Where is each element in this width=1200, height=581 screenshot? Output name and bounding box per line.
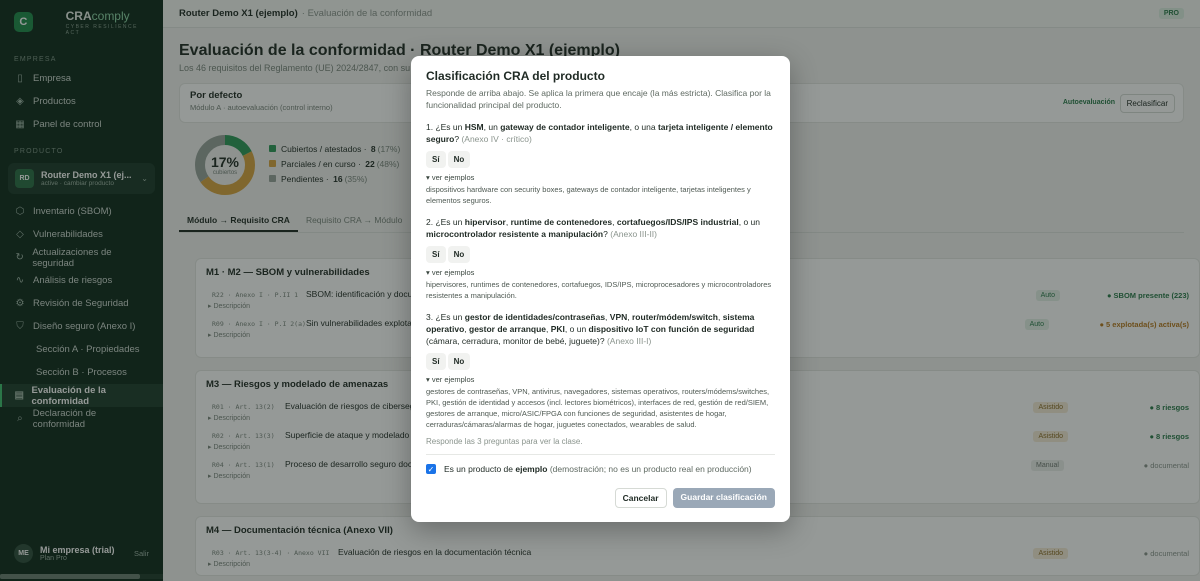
question-part: , o un (738, 217, 761, 227)
annex-label: (Anexo III-II) (610, 229, 657, 239)
question-part: hipervisor (464, 217, 506, 227)
question-part: 2. ¿Es un (426, 217, 465, 227)
question-part: , un (483, 122, 501, 132)
classification-modal: Clasificación CRA del producto Responde … (411, 56, 790, 522)
save-classification-button[interactable]: Guardar clasificación (672, 488, 775, 508)
question-part: VPN (609, 312, 628, 322)
examples-text: dispositivos hardware con security boxes… (426, 185, 751, 205)
question-part: (cámara, cerradura, monitor de bebé, jug… (426, 336, 607, 346)
question-text: 2. ¿Es un hipervisor, runtime de contene… (426, 216, 775, 240)
cancel-button[interactable]: Cancelar (614, 488, 667, 508)
question-part: router/módem/switch (632, 312, 718, 322)
question-part: microcontrolador resistente a manipulaci… (426, 229, 604, 239)
question-part: HSM (464, 122, 484, 132)
question-part: , o un (564, 324, 589, 334)
examples-toggle[interactable]: ▾ ver ejemplos (426, 173, 775, 182)
annex-label: (Anexo III-I) (606, 336, 652, 346)
annex-label: (Anexo IV · crítico) (461, 134, 532, 144)
question-part: cortafuegos/IDS/IPS industrial (616, 217, 739, 227)
modal-subtitle: Responde de arriba abajo. Se aplica la p… (426, 88, 771, 110)
examples-toggle[interactable]: ▾ ver ejemplos (426, 375, 775, 384)
yes-no-group: Sí No (426, 151, 775, 168)
question-part: gestor de identidades/contraseñas (464, 312, 606, 322)
yes-button[interactable]: Sí (426, 151, 446, 168)
yes-no-group: Sí No (426, 353, 775, 370)
yes-button[interactable]: Sí (426, 353, 446, 370)
modal-title: Clasificación CRA del producto (426, 69, 605, 83)
question-part: dispositivo IoT con función de seguridad (588, 324, 755, 334)
yes-button[interactable]: Sí (426, 246, 446, 263)
yes-no-group: Sí No (426, 246, 775, 263)
question-part: 1. ¿Es un (426, 122, 465, 132)
modal-divider (426, 454, 775, 455)
question-part: PKI (550, 324, 565, 334)
question-text: 1. ¿Es un HSM, un gateway de contador in… (426, 121, 775, 145)
examples-text: hipervisores, runtimes de contenedores, … (426, 280, 772, 300)
question-part: runtime de contenedores (510, 217, 613, 227)
question-part: gestor de arranque (469, 324, 546, 334)
example-product-label: Es un producto de ejemplo (demostración;… (444, 464, 752, 474)
classification-question: 1. ¿Es un HSM, un gateway de contador in… (426, 121, 775, 206)
classification-question: 3. ¿Es un gestor de identidades/contrase… (426, 311, 775, 430)
checkbox-checked-icon[interactable]: ✓ (426, 464, 436, 474)
no-button[interactable]: No (447, 246, 471, 263)
question-part: , o una (629, 122, 658, 132)
example-product-checkbox-row[interactable]: ✓ Es un producto de ejemplo (demostració… (426, 464, 775, 474)
question-part: 3. ¿Es un (426, 312, 465, 322)
no-button[interactable]: No (447, 353, 471, 370)
examples-text: gestores de contraseñas, VPN, antivirus,… (426, 387, 770, 429)
modal-actions: Cancelar Guardar clasificación (614, 488, 775, 508)
question-list: 1. ¿Es un HSM, un gateway de contador in… (426, 121, 775, 430)
examples-toggle[interactable]: ▾ ver ejemplos (426, 268, 775, 277)
question-part: gateway de contador inteligente (500, 122, 630, 132)
question-text: 3. ¿Es un gestor de identidades/contrase… (426, 311, 775, 347)
modal-hint: Responde las 3 preguntas para ver la cla… (426, 437, 583, 446)
classification-question: 2. ¿Es un hipervisor, runtime de contene… (426, 216, 775, 301)
no-button[interactable]: No (447, 151, 471, 168)
